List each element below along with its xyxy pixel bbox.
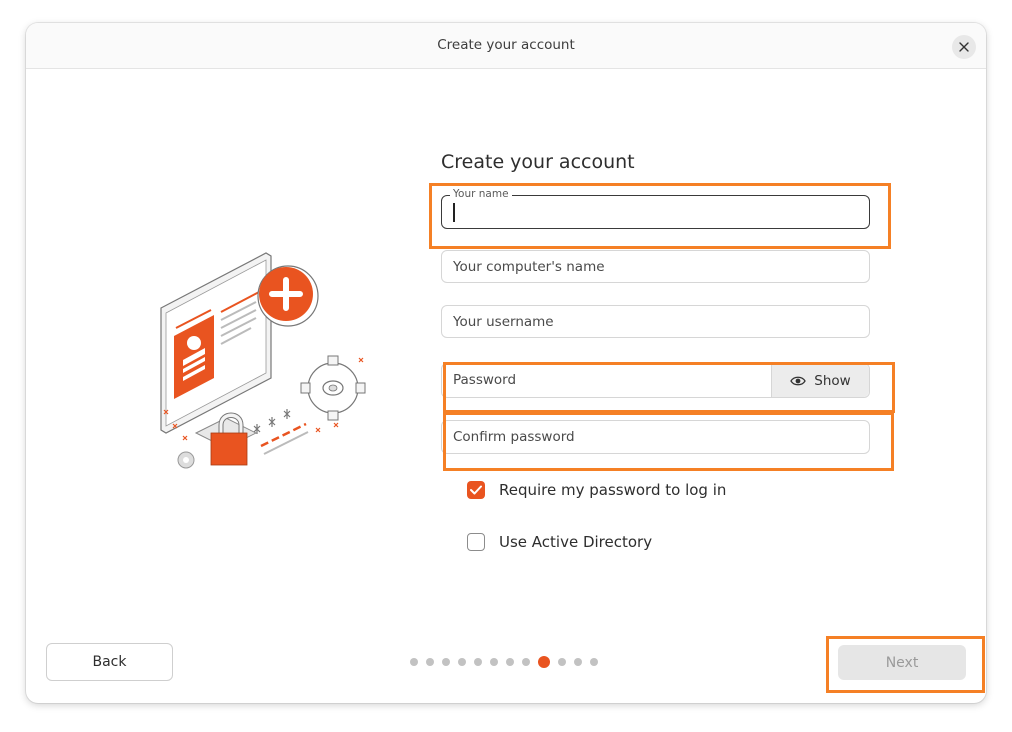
require-password-option[interactable]: Require my password to log in	[467, 481, 726, 499]
computer-name-field[interactable]: Your computer's name	[441, 250, 870, 283]
step-dot	[522, 658, 530, 666]
step-dot	[558, 658, 566, 666]
show-password-label: Show	[814, 372, 851, 389]
username-placeholder: Your username	[453, 314, 554, 330]
eye-icon	[790, 376, 807, 385]
titlebar: Create your account	[26, 23, 986, 69]
your-name-field[interactable]: Your name	[441, 188, 870, 229]
step-dot-current	[538, 656, 550, 668]
step-dot	[490, 658, 498, 666]
confirm-password-placeholder: Confirm password	[453, 429, 575, 445]
step-dot	[410, 658, 418, 666]
password-field[interactable]: Password Show	[441, 363, 870, 398]
installer-window: Create your account Create your account …	[26, 23, 986, 703]
checkmark-icon	[470, 485, 482, 495]
require-password-checkbox[interactable]	[467, 481, 485, 499]
page-heading: Create your account	[441, 151, 635, 173]
password-placeholder: Password	[453, 372, 517, 388]
plus-badge-illustration	[257, 265, 319, 327]
step-dot	[506, 658, 514, 666]
next-button[interactable]: Next	[838, 645, 966, 680]
close-icon	[959, 42, 969, 52]
step-dot	[474, 658, 482, 666]
username-field[interactable]: Your username	[441, 305, 870, 338]
computer-name-placeholder: Your computer's name	[453, 259, 605, 275]
window-title: Create your account	[437, 37, 575, 53]
monitor-illustration	[160, 252, 272, 449]
back-button[interactable]: Back	[46, 643, 173, 681]
step-dot	[590, 658, 598, 666]
close-button[interactable]	[952, 35, 976, 59]
account-illustration	[160, 252, 366, 469]
text-caret	[453, 203, 455, 222]
password-asterisks	[253, 409, 291, 434]
active-directory-checkbox[interactable]	[467, 533, 485, 551]
require-password-label: Require my password to log in	[499, 481, 727, 499]
active-directory-option[interactable]: Use Active Directory	[467, 533, 652, 551]
your-name-label: Your name	[450, 188, 512, 200]
step-dot	[426, 658, 434, 666]
active-directory-label: Use Active Directory	[499, 533, 653, 551]
confirm-password-field[interactable]: Confirm password	[441, 420, 870, 454]
step-dot	[574, 658, 582, 666]
gear-illustration	[300, 355, 366, 421]
step-dot	[442, 658, 450, 666]
step-dot	[458, 658, 466, 666]
small-gear-illustration	[177, 451, 195, 469]
step-indicator	[410, 656, 598, 668]
show-password-button[interactable]: Show	[771, 364, 869, 397]
